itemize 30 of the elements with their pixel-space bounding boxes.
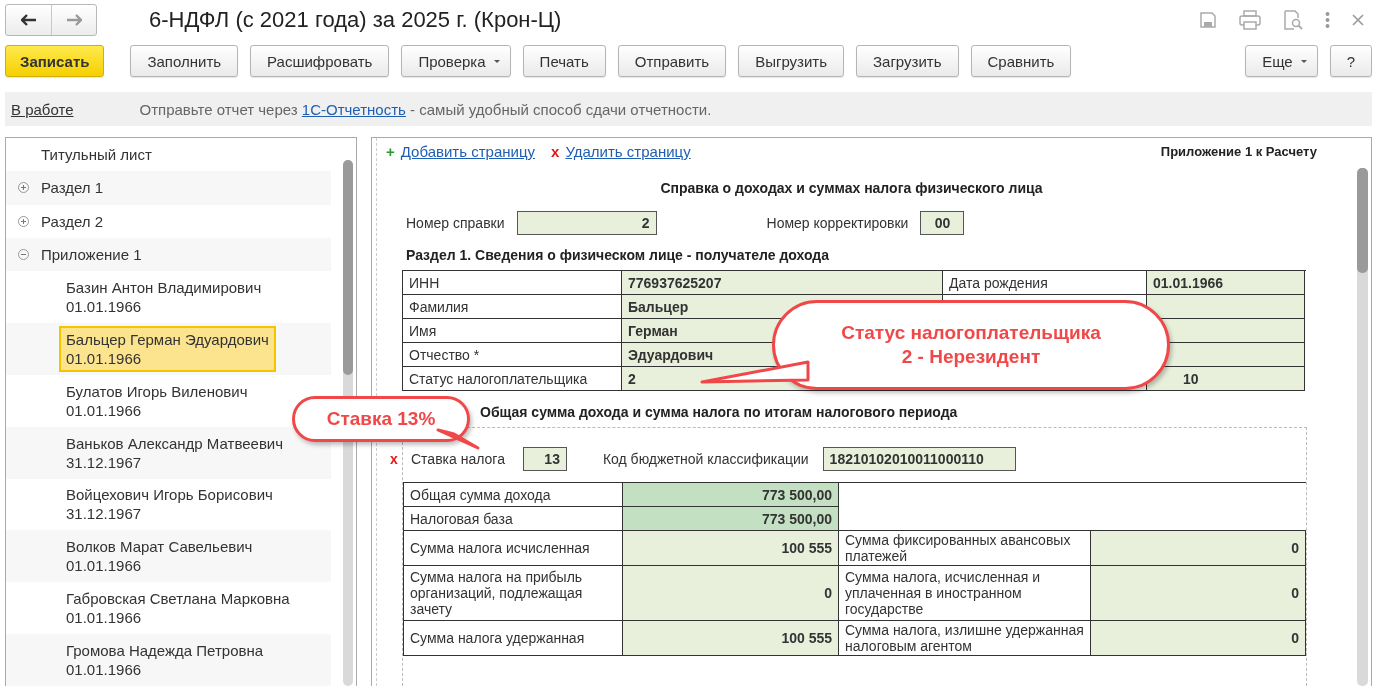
field-label: Ставка налога xyxy=(411,451,505,467)
section-heading: Раздел 1. Сведения о физическом лице - получателе дохода xyxy=(405,246,830,265)
table-cell: Дата рождения xyxy=(943,271,1147,295)
table-cell: Фамилия xyxy=(403,295,622,319)
callout-text: Статус налогоплательщика xyxy=(840,321,1102,345)
window-title: 6-НДФЛ (с 2021 года) за 2025 г. (Крон-Ц) xyxy=(149,7,563,33)
add-sign: + xyxy=(386,142,395,160)
field-label: Номер корректировки xyxy=(766,215,909,231)
table-cell: Статус налогоплательщика xyxy=(403,367,622,391)
field-label: Код бюджетной классификации xyxy=(602,451,809,467)
table-cell: Общая сумма дохода xyxy=(404,483,623,507)
form-title: Справка о доходах и суммах налога физического лица xyxy=(659,180,1044,196)
delete-sign: x xyxy=(551,142,560,160)
table-cell: Сумма фиксированных авансовых платежей xyxy=(839,531,1091,566)
callout-text: 2 - Нерезидент xyxy=(900,345,1042,369)
table-cell: Сумма налога, исчисленная и уплаченная в иностранном государстве xyxy=(839,566,1091,621)
error-sign: x xyxy=(390,451,398,467)
field-label: Номер справки xyxy=(406,215,505,231)
table-cell: Сумма налога, излишне удержанная налоговым агентом xyxy=(839,621,1091,656)
table-cell: Отчество * xyxy=(403,343,622,367)
appendix-caption: Приложение 1 к Расчету xyxy=(1160,143,1317,159)
table-cell: Сумма налога удержанная xyxy=(404,621,623,656)
table-cell: Сумма налога исчисленная xyxy=(404,531,623,566)
table-cell: Налоговая база xyxy=(404,507,623,531)
table-cell: ИНН xyxy=(403,271,622,295)
info-message: Отправьте отчет через 1С-Отчетность - самый удобный способ сдачи отчетности. xyxy=(139,100,712,118)
table-cell: Имя xyxy=(403,319,622,343)
section-heading: Общая сумма дохода и сумма налога по итогам налогового периода xyxy=(480,404,958,420)
callout-text: Ставка 13% xyxy=(325,407,437,431)
table-cell: Сумма налога на прибыль организаций, подлежащая зачету xyxy=(404,566,623,621)
